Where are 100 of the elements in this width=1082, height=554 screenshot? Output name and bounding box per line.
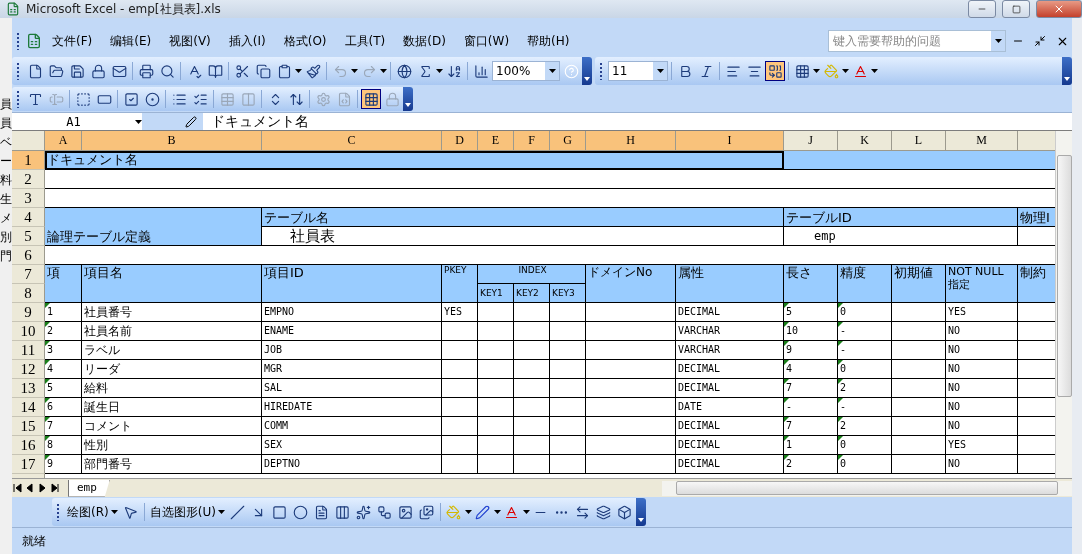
- menu-item[interactable]: 插入(I): [220, 30, 274, 52]
- help-search-field[interactable]: 键入需要帮助的问题: [828, 30, 1006, 52]
- table-cell: DECIMAL: [676, 436, 784, 455]
- menu-item[interactable]: 帮助(H): [519, 30, 578, 52]
- row-header[interactable]: 1: [12, 151, 45, 170]
- horizontal-scrollbar[interactable]: [662, 480, 1072, 496]
- excel-logo-icon: [6, 2, 20, 16]
- column-header[interactable]: A: [45, 131, 82, 151]
- workbook-icon[interactable]: [26, 33, 42, 49]
- caret-icon: [548, 69, 556, 73]
- formula-field[interactable]: ドキュメント名: [203, 112, 309, 131]
- caret-icon: [813, 69, 820, 73]
- function-icon[interactable]: [185, 115, 197, 128]
- column-header[interactable]: I: [676, 131, 784, 151]
- table-cell: 0: [838, 303, 892, 322]
- table-cell: 7: [784, 417, 838, 436]
- draw-menu-button[interactable]: 绘图(R): [65, 503, 120, 521]
- menu-item[interactable]: 格式(O): [275, 30, 335, 52]
- column-header[interactable]: K: [838, 131, 892, 151]
- row-header[interactable]: 5: [12, 227, 45, 246]
- toolbar-options-icon[interactable]: [582, 57, 592, 85]
- table-cell: HIREDATE: [262, 398, 442, 417]
- row-header[interactable]: 13: [12, 379, 45, 398]
- table-cell: [514, 455, 550, 474]
- table-cell: YES: [946, 436, 1018, 455]
- table-cell: [550, 398, 586, 417]
- row-header[interactable]: 16: [12, 436, 45, 455]
- column-header[interactable]: D: [442, 131, 478, 151]
- menu-item[interactable]: 文件(F): [44, 30, 101, 52]
- column-header[interactable]: G: [550, 131, 586, 151]
- menu-item[interactable]: 工具(T): [336, 30, 394, 52]
- table-cell: YES: [946, 303, 1018, 322]
- row-header[interactable]: 15: [12, 417, 45, 436]
- table-cell: [550, 379, 586, 398]
- menu-item[interactable]: 视图(V): [161, 30, 219, 52]
- toolbar-options-icon[interactable]: [403, 87, 413, 111]
- column-header[interactable]: L: [892, 131, 946, 151]
- menu-item[interactable]: 窗口(W): [455, 30, 518, 52]
- row-header[interactable]: 3: [12, 189, 45, 208]
- table-cell: [442, 436, 478, 455]
- column-header[interactable]: J: [784, 131, 838, 151]
- table-cell: [550, 455, 586, 474]
- maximize-button[interactable]: [1002, 0, 1030, 18]
- sheet-tab[interactable]: emp: [68, 479, 110, 497]
- table-cell: [514, 398, 550, 417]
- row-header[interactable]: 14: [12, 398, 45, 417]
- document-name-cell[interactable]: ドキュメント名: [45, 151, 784, 170]
- table-cell: -: [838, 341, 892, 360]
- table-cell: 性別: [82, 436, 262, 455]
- header-cell: KEY2: [514, 284, 550, 303]
- zoom-combo[interactable]: 100%: [492, 61, 560, 81]
- caret-icon: [135, 119, 142, 124]
- caret-icon: [994, 39, 1002, 43]
- menu-item[interactable]: 数据(D): [395, 30, 454, 52]
- row-header[interactable]: 11: [12, 341, 45, 360]
- table-cell: [442, 379, 478, 398]
- row-header[interactable]: 17: [12, 455, 45, 474]
- table-cell: MGR: [262, 360, 442, 379]
- column-header[interactable]: F: [514, 131, 550, 151]
- table-cell: NO: [946, 455, 1018, 474]
- toolbar-options-icon[interactable]: [635, 498, 646, 526]
- menu-item[interactable]: 编辑(E): [102, 30, 160, 52]
- column-header[interactable]: M: [946, 131, 1018, 151]
- table-cell: 4: [45, 360, 82, 379]
- table-cell: [514, 436, 550, 455]
- table-cell: [478, 360, 514, 379]
- row-header[interactable]: 10: [12, 322, 45, 341]
- autoshapes-menu-button[interactable]: 自选图形(U): [147, 503, 227, 521]
- column-header[interactable]: E: [478, 131, 514, 151]
- table-cell: [514, 379, 550, 398]
- font-size-combo[interactable]: 11: [608, 61, 668, 81]
- close-button[interactable]: [1036, 0, 1082, 18]
- table-cell: DATE: [676, 398, 784, 417]
- close-icon: [1053, 3, 1065, 15]
- table-cell: 8: [45, 436, 82, 455]
- table-cell: 社員表: [262, 227, 784, 246]
- background-window-text: 料: [0, 172, 12, 189]
- row-header[interactable]: 12: [12, 360, 45, 379]
- table-cell: -: [784, 398, 838, 417]
- table-cell: [442, 360, 478, 379]
- table-cell: リーダ: [82, 360, 262, 379]
- table-cell: [514, 322, 550, 341]
- vertical-scrollbar[interactable]: [1055, 131, 1072, 478]
- minimize-button[interactable]: [968, 0, 996, 18]
- caret-icon: [656, 69, 664, 73]
- row-header[interactable]: 9: [12, 303, 45, 322]
- table-cell: [478, 436, 514, 455]
- merge-center-icon[interactable]: [765, 61, 785, 81]
- column-header[interactable]: B: [82, 131, 262, 151]
- toggle-grid-icon[interactable]: [361, 89, 381, 109]
- column-header[interactable]: C: [262, 131, 442, 151]
- toolbar-options-icon[interactable]: [1062, 57, 1072, 85]
- row-header[interactable]: 7: [12, 265, 45, 284]
- row-header[interactable]: 6: [12, 246, 45, 265]
- column-header[interactable]: H: [586, 131, 676, 151]
- table-cell: VARCHAR: [676, 322, 784, 341]
- row-header[interactable]: 4: [12, 208, 45, 227]
- header-cell: INDEX: [478, 265, 586, 284]
- row-header[interactable]: 2: [12, 170, 45, 189]
- row-header[interactable]: 8: [12, 284, 45, 303]
